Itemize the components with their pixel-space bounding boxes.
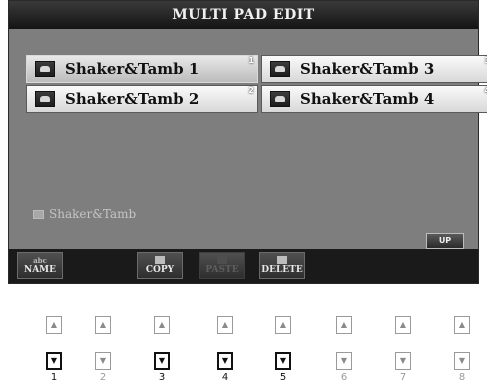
- pad-4[interactable]: Shaker&Tamb 4 4: [261, 85, 487, 113]
- bank-name-label: Shaker&Tamb: [49, 207, 137, 221]
- pad-icon: [35, 91, 55, 107]
- pad-3[interactable]: Shaker&Tamb 3 3: [261, 55, 487, 83]
- down-arrow-button[interactable]: ▼: [336, 352, 352, 370]
- paste-button[interactable]: PASTE: [199, 252, 245, 279]
- up-label: UP: [438, 236, 452, 245]
- pad-label: Shaker&Tamb 3: [300, 60, 435, 78]
- down-arrow-button[interactable]: ▼: [46, 352, 62, 370]
- paste-button-label: PASTE: [205, 265, 239, 275]
- name-button[interactable]: abc NAME: [17, 252, 63, 279]
- up-button[interactable]: UP: [426, 233, 464, 249]
- hardware-button-column-5: ▲ ▼ 5: [273, 316, 293, 383]
- softkey-bar: abc NAME COPY PASTE DELETE: [9, 249, 478, 283]
- pad-icon: [270, 91, 290, 107]
- up-arrow-button[interactable]: ▲: [46, 316, 62, 334]
- pad-2[interactable]: Shaker&Tamb 2 2: [26, 85, 258, 113]
- hardware-button-column-2: ▲ ▼ 2: [93, 316, 113, 383]
- down-arrow-button[interactable]: ▼: [454, 352, 470, 370]
- trash-icon: [277, 256, 287, 264]
- pad-label: Shaker&Tamb 1: [65, 60, 200, 78]
- hardware-button-column-4: ▲ ▼ 4: [215, 316, 235, 383]
- name-button-label: NAME: [23, 265, 57, 275]
- button-number: 2: [99, 372, 107, 383]
- down-arrow-button[interactable]: ▼: [275, 352, 291, 370]
- up-arrow-button[interactable]: ▲: [275, 316, 291, 334]
- button-number: 5: [279, 372, 287, 383]
- pad-label: Shaker&Tamb 4: [300, 90, 435, 108]
- down-arrow-button[interactable]: ▼: [395, 352, 411, 370]
- pad-icon: [270, 61, 290, 77]
- pad-icon: [35, 61, 55, 77]
- button-number: 3: [158, 372, 166, 383]
- button-number: 7: [399, 372, 407, 383]
- up-arrow-button[interactable]: ▲: [95, 316, 111, 334]
- paste-icon: [217, 256, 227, 264]
- display-screen: MULTI PAD EDIT Shaker&Tamb 1 1 Shaker&Ta…: [8, 0, 487, 284]
- up-arrow-button[interactable]: ▲: [336, 316, 352, 334]
- up-arrow-button[interactable]: ▲: [454, 316, 470, 334]
- button-number: 4: [221, 372, 229, 383]
- hardware-button-column-3: ▲ ▼ 3: [152, 316, 172, 383]
- down-arrow-button[interactable]: ▼: [154, 352, 170, 370]
- bank-name: Shaker&Tamb: [33, 207, 136, 221]
- up-arrow-button[interactable]: ▲: [217, 316, 233, 334]
- pad-1[interactable]: Shaker&Tamb 1 1: [26, 55, 258, 83]
- hardware-button-column-8: ▲ ▼ 8: [452, 316, 472, 383]
- hardware-button-column-1: ▲ ▼ 1: [44, 316, 64, 383]
- hardware-button-column-7: ▲ ▼ 7: [393, 316, 413, 383]
- pad-label: Shaker&Tamb 2: [65, 90, 200, 108]
- down-arrow-button[interactable]: ▼: [95, 352, 111, 370]
- button-number: 1: [50, 372, 58, 383]
- button-number: 8: [458, 372, 466, 383]
- hardware-button-column-6: ▲ ▼ 6: [334, 316, 354, 383]
- button-number: 6: [340, 372, 348, 383]
- delete-button[interactable]: DELETE: [259, 252, 305, 279]
- screen-title: MULTI PAD EDIT: [9, 1, 478, 29]
- pad-number: 2: [248, 86, 254, 95]
- copy-icon: [155, 256, 165, 264]
- copy-button[interactable]: COPY: [137, 252, 183, 279]
- abc-icon: abc: [33, 256, 47, 265]
- delete-button-label: DELETE: [261, 265, 303, 275]
- bank-icon: [33, 209, 44, 219]
- up-arrow-button[interactable]: ▲: [154, 316, 170, 334]
- pad-number: 1: [248, 56, 254, 65]
- copy-button-label: COPY: [145, 265, 175, 275]
- up-arrow-button[interactable]: ▲: [395, 316, 411, 334]
- down-arrow-button[interactable]: ▼: [217, 352, 233, 370]
